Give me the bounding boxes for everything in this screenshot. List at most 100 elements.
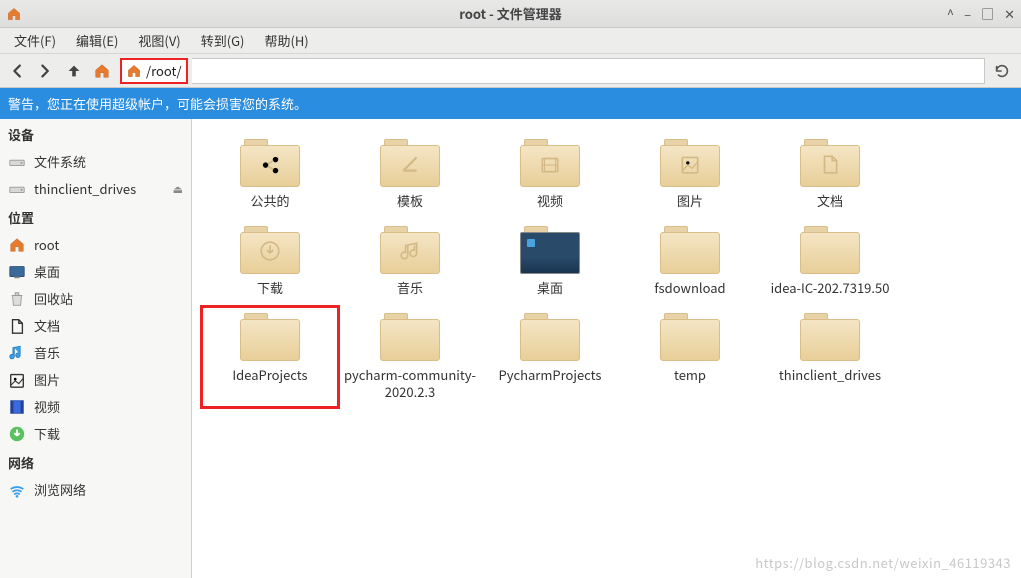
menu-file[interactable]: 文件(F) <box>4 28 66 53</box>
folder-icon <box>380 139 440 187</box>
folder--[interactable]: 公共的 <box>200 131 340 218</box>
folder-icon <box>240 226 300 274</box>
sidebar-place-2[interactable]: 回收站 <box>0 285 191 312</box>
folder--[interactable]: 桌面 <box>480 218 620 305</box>
sidebar-place-0[interactable]: root <box>0 231 191 258</box>
folder-temp[interactable]: temp <box>620 305 760 409</box>
folder-pycharm-community-2020-2-3[interactable]: pycharm-community-2020.2.3 <box>340 305 480 409</box>
folder-idea-ic-202-7319-50[interactable]: idea-IC-202.7319.50 <box>760 218 900 305</box>
folder--[interactable]: 图片 <box>620 131 760 218</box>
menu-edit[interactable]: 编辑(E) <box>66 28 128 53</box>
sidebar-place-7[interactable]: 下载 <box>0 420 191 447</box>
folder-icon <box>660 139 720 187</box>
folder-icon <box>660 226 720 274</box>
refresh-button[interactable] <box>989 58 1015 84</box>
menu-go[interactable]: 转到(G) <box>191 28 255 53</box>
folder-icon <box>800 226 860 274</box>
folder--[interactable]: 文档 <box>760 131 900 218</box>
folder-label: thinclient_drives <box>779 367 881 384</box>
sidebar-item-label: 音乐 <box>34 343 60 362</box>
drive-icon <box>8 153 26 171</box>
sidebar-place-4[interactable]: 音乐 <box>0 339 191 366</box>
sidebar-item-label: 图片 <box>34 370 60 389</box>
download-icon <box>8 425 26 443</box>
sidebar: 设备 文件系统thinclient_drives⏏ 位置 root桌面回收站文档… <box>0 119 192 578</box>
sidebar-device-1[interactable]: thinclient_drives ⏏ <box>0 175 191 202</box>
folder-icon <box>240 139 300 187</box>
folder-thinclient-drives[interactable]: thinclient_drives <box>760 305 900 409</box>
sidebar-place-6[interactable]: 视频 <box>0 393 191 420</box>
sidebar-item-label: 桌面 <box>34 262 60 281</box>
folder-icon <box>520 139 580 187</box>
folder--[interactable]: 模板 <box>340 131 480 218</box>
menu-help[interactable]: 帮助(H) <box>254 28 318 53</box>
forward-button[interactable] <box>34 59 58 83</box>
pathbar-highlight: /root/ <box>120 58 188 84</box>
sidebar-item-label: 下载 <box>34 424 60 443</box>
folder-label: 公共的 <box>250 193 289 210</box>
menu-view[interactable]: 视图(V) <box>128 28 190 53</box>
wifi-icon <box>8 481 26 499</box>
menubar: 文件(F) 编辑(E) 视图(V) 转到(G) 帮助(H) <box>0 28 1021 54</box>
app-icon <box>6 6 22 22</box>
up-button[interactable] <box>62 59 86 83</box>
warning-bar: 警告，您正在使用超级帐户，可能会损害您的系统。 <box>0 88 1021 119</box>
eject-icon[interactable]: ⏏ <box>173 181 183 197</box>
folder-icon <box>520 226 580 274</box>
path-home-icon <box>126 63 142 79</box>
content-area[interactable]: 公共的 模板 视频 图片 文档下载 音乐 桌面fsdownloadidea-IC-202.7… <box>192 119 1021 578</box>
folder-fsdownload[interactable]: fsdownload <box>620 218 760 305</box>
home-button[interactable] <box>90 59 114 83</box>
folder-icon <box>240 313 300 361</box>
folder--[interactable]: 下载 <box>200 218 340 305</box>
maximize-icon[interactable]: □ <box>981 4 994 23</box>
sidebar-network-0[interactable]: 浏览网络 <box>0 476 191 503</box>
folder-label: pycharm-community-2020.2.3 <box>344 367 476 401</box>
folder-label: 音乐 <box>397 280 423 297</box>
folder-icon <box>380 313 440 361</box>
folder-icon <box>660 313 720 361</box>
pathbar-rest[interactable] <box>192 58 985 84</box>
folder-icon <box>520 313 580 361</box>
drive-icon <box>8 180 26 198</box>
sidebar-item-label: 文档 <box>34 316 60 335</box>
sidebar-device-0[interactable]: 文件系统 <box>0 148 191 175</box>
watermark: https://blog.csdn.net/weixin_46119343 <box>755 553 1011 572</box>
home-icon <box>8 236 26 254</box>
close-icon[interactable]: ✕ <box>1004 4 1015 23</box>
devices-heading: 设备 <box>0 119 191 148</box>
sidebar-place-5[interactable]: 图片 <box>0 366 191 393</box>
sidebar-item-label: 文件系统 <box>34 152 86 171</box>
folder-label: 视频 <box>537 193 563 210</box>
folder-icon <box>800 313 860 361</box>
folder--[interactable]: 音乐 <box>340 218 480 305</box>
doc-icon <box>8 317 26 335</box>
folder-icon <box>380 226 440 274</box>
sidebar-place-1[interactable]: 桌面 <box>0 258 191 285</box>
folder-label: 文档 <box>817 193 843 210</box>
pic-icon <box>8 371 26 389</box>
folder-ideaprojects[interactable]: IdeaProjects <box>200 305 340 409</box>
minimize-icon[interactable]: – <box>964 4 971 23</box>
sidebar-item-label: root <box>34 235 59 254</box>
sidebar-item-label: 视频 <box>34 397 60 416</box>
music-icon <box>8 344 26 362</box>
back-button[interactable] <box>6 59 30 83</box>
folder-label: 模板 <box>397 193 423 210</box>
roll-up-icon[interactable]: ^ <box>947 4 954 23</box>
sidebar-place-3[interactable]: 文档 <box>0 312 191 339</box>
network-heading: 网络 <box>0 447 191 476</box>
folder-label: 下载 <box>257 280 283 297</box>
folder-label: 图片 <box>677 193 703 210</box>
warning-text: 警告，您正在使用超级帐户，可能会损害您的系统。 <box>8 94 307 113</box>
video-icon <box>8 398 26 416</box>
folder-label: temp <box>674 367 706 384</box>
folder-pycharmprojects[interactable]: PycharmProjects <box>480 305 620 409</box>
path-text[interactable]: /root/ <box>146 61 182 80</box>
folder-label: PycharmProjects <box>499 367 602 384</box>
sidebar-item-label: 浏览网络 <box>34 480 86 499</box>
folder--[interactable]: 视频 <box>480 131 620 218</box>
folder-icon <box>800 139 860 187</box>
toolbar: /root/ <box>0 54 1021 88</box>
sidebar-item-label: thinclient_drives <box>34 179 136 198</box>
